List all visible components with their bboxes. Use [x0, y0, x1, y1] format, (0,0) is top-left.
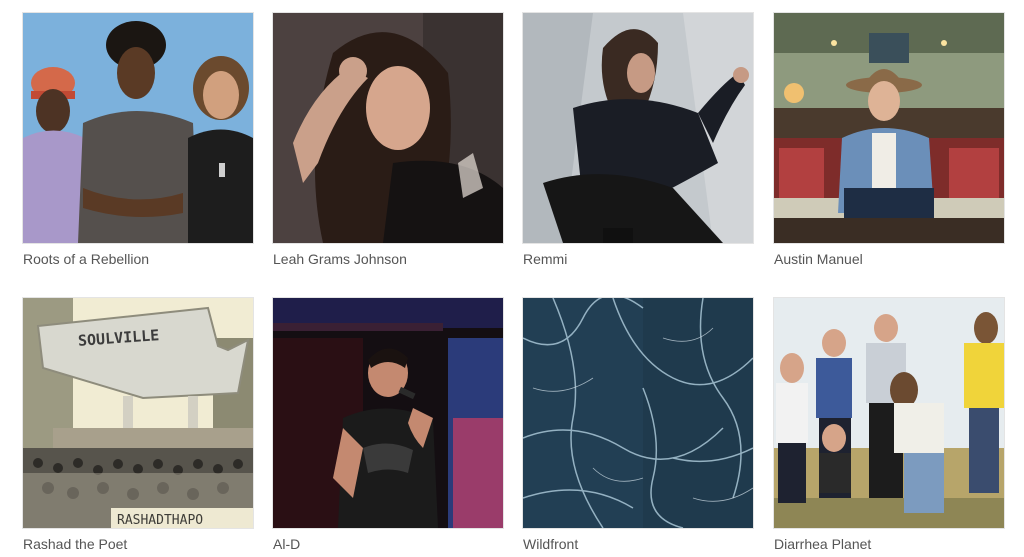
artist-name[interactable]: Leah Grams Johnson — [273, 251, 503, 267]
artist-photo[interactable] — [23, 13, 253, 243]
artist-card-al-d[interactable]: Al-D — [273, 298, 503, 552]
artist-photo-leah-grams-johnson — [273, 13, 503, 243]
artist-name[interactable]: Wildfront — [523, 536, 753, 552]
artist-photo-roots-of-a-rebellion — [23, 13, 253, 243]
artist-card-roots-of-a-rebellion[interactable]: Roots of a Rebellion — [23, 13, 253, 267]
artist-card-diarrhea-planet[interactable]: Diarrhea Planet — [774, 298, 1004, 552]
artist-name[interactable]: Al-D — [273, 536, 503, 552]
artist-photo-diarrhea-planet — [774, 298, 1004, 528]
artist-name[interactable]: Austin Manuel — [774, 251, 1004, 267]
artist-name[interactable]: Diarrhea Planet — [774, 536, 1004, 552]
artist-photo-rashad-the-poet: SOULVILLE RASHADTHAPO — [23, 298, 253, 528]
artist-photo[interactable] — [774, 13, 1004, 243]
artist-name[interactable]: Remmi — [523, 251, 753, 267]
artist-photo-austin-manuel — [774, 13, 1004, 243]
artist-name[interactable]: Roots of a Rebellion — [23, 251, 253, 267]
artist-photo-wildfront — [523, 298, 753, 528]
artist-photo[interactable] — [523, 298, 753, 528]
artist-card-austin-manuel[interactable]: Austin Manuel — [774, 13, 1004, 267]
artist-card-wildfront[interactable]: Wildfront — [523, 298, 753, 552]
artist-photo[interactable] — [774, 298, 1004, 528]
artist-card-rashad-the-poet[interactable]: SOULVILLE RASHADTHAPO Rashad the Poet — [23, 298, 253, 552]
artist-photo[interactable] — [273, 13, 503, 243]
artist-photo[interactable] — [523, 13, 753, 243]
artist-photo-al-d — [273, 298, 503, 528]
artist-photo[interactable] — [273, 298, 503, 528]
artist-card-remmi[interactable]: Remmi — [523, 13, 753, 267]
artist-photo-remmi — [523, 13, 753, 243]
artist-card-leah-grams-johnson[interactable]: Leah Grams Johnson — [273, 13, 503, 267]
artist-name[interactable]: Rashad the Poet — [23, 536, 253, 552]
stamp-text: RASHADTHAPO — [117, 513, 203, 528]
artist-photo[interactable]: SOULVILLE RASHADTHAPO — [23, 298, 253, 528]
